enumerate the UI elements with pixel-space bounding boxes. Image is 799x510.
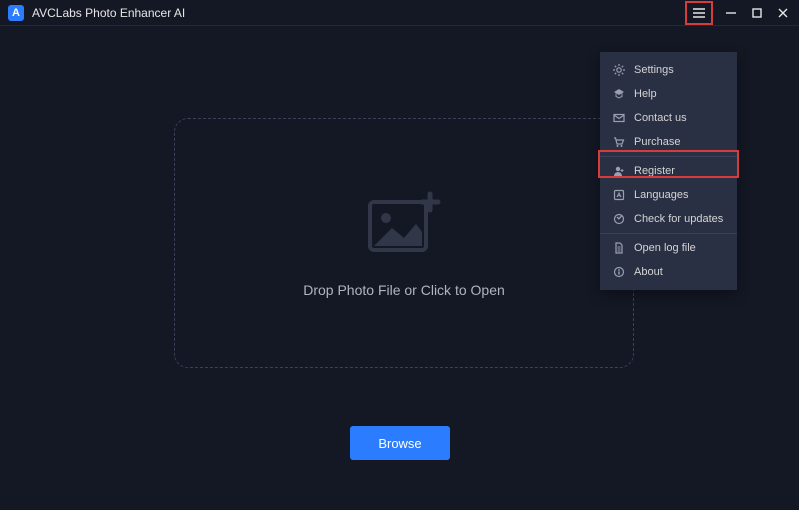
menu-item-help[interactable]: Help: [600, 82, 737, 106]
cart-icon: [612, 135, 626, 149]
window-controls: [685, 1, 795, 25]
hamburger-highlight: [685, 1, 713, 25]
menu-item-about[interactable]: About: [600, 260, 737, 284]
dropzone[interactable]: Drop Photo File or Click to Open: [174, 118, 634, 368]
menu-item-purchase[interactable]: Purchase: [600, 130, 737, 154]
file-icon: [612, 241, 626, 255]
menu-item-label: About: [634, 266, 663, 278]
menu-item-label: Check for updates: [634, 213, 723, 225]
menu-item-label: Contact us: [634, 112, 687, 124]
menu-item-label: Open log file: [634, 242, 696, 254]
minimize-icon: [726, 8, 736, 18]
maximize-icon: [752, 8, 762, 18]
app-logo: A: [8, 5, 24, 21]
menu-item-updates[interactable]: Check for updates: [600, 207, 737, 231]
image-placeholder-icon: [364, 188, 444, 258]
minimize-button[interactable]: [719, 3, 743, 23]
maximize-button[interactable]: [745, 3, 769, 23]
menu-item-settings[interactable]: Settings: [600, 58, 737, 82]
menu-button[interactable]: [689, 4, 709, 22]
graduation-cap-icon: [612, 87, 626, 101]
close-button[interactable]: [771, 3, 795, 23]
titlebar: A AVCLabs Photo Enhancer AI: [0, 0, 799, 26]
close-icon: [778, 8, 788, 18]
info-icon: [612, 265, 626, 279]
main-menu-dropdown: Settings Help Contact us Purchase Regis: [600, 52, 737, 290]
menu-item-label: Purchase: [634, 136, 680, 148]
dropzone-text: Drop Photo File or Click to Open: [303, 282, 505, 298]
menu-item-label: Languages: [634, 189, 688, 201]
menu-item-contact[interactable]: Contact us: [600, 106, 737, 130]
hamburger-icon: [693, 8, 705, 18]
menu-item-label: Help: [634, 88, 657, 100]
gear-icon: [612, 63, 626, 77]
refresh-icon: [612, 212, 626, 226]
mail-icon: [612, 111, 626, 125]
menu-divider: [600, 156, 737, 157]
menu-item-label: Settings: [634, 64, 674, 76]
browse-button-label: Browse: [378, 436, 421, 451]
browse-button[interactable]: Browse: [350, 426, 450, 460]
menu-item-languages[interactable]: Languages: [600, 183, 737, 207]
menu-item-label: Register: [634, 165, 675, 177]
language-icon: [612, 188, 626, 202]
menu-item-register[interactable]: Register: [600, 159, 737, 183]
menu-item-logfile[interactable]: Open log file: [600, 236, 737, 260]
main-content: Drop Photo File or Click to Open Browse …: [0, 26, 799, 510]
app-title: AVCLabs Photo Enhancer AI: [32, 6, 185, 20]
user-icon: [612, 164, 626, 178]
menu-divider: [600, 233, 737, 234]
app-logo-letter: A: [12, 7, 20, 19]
